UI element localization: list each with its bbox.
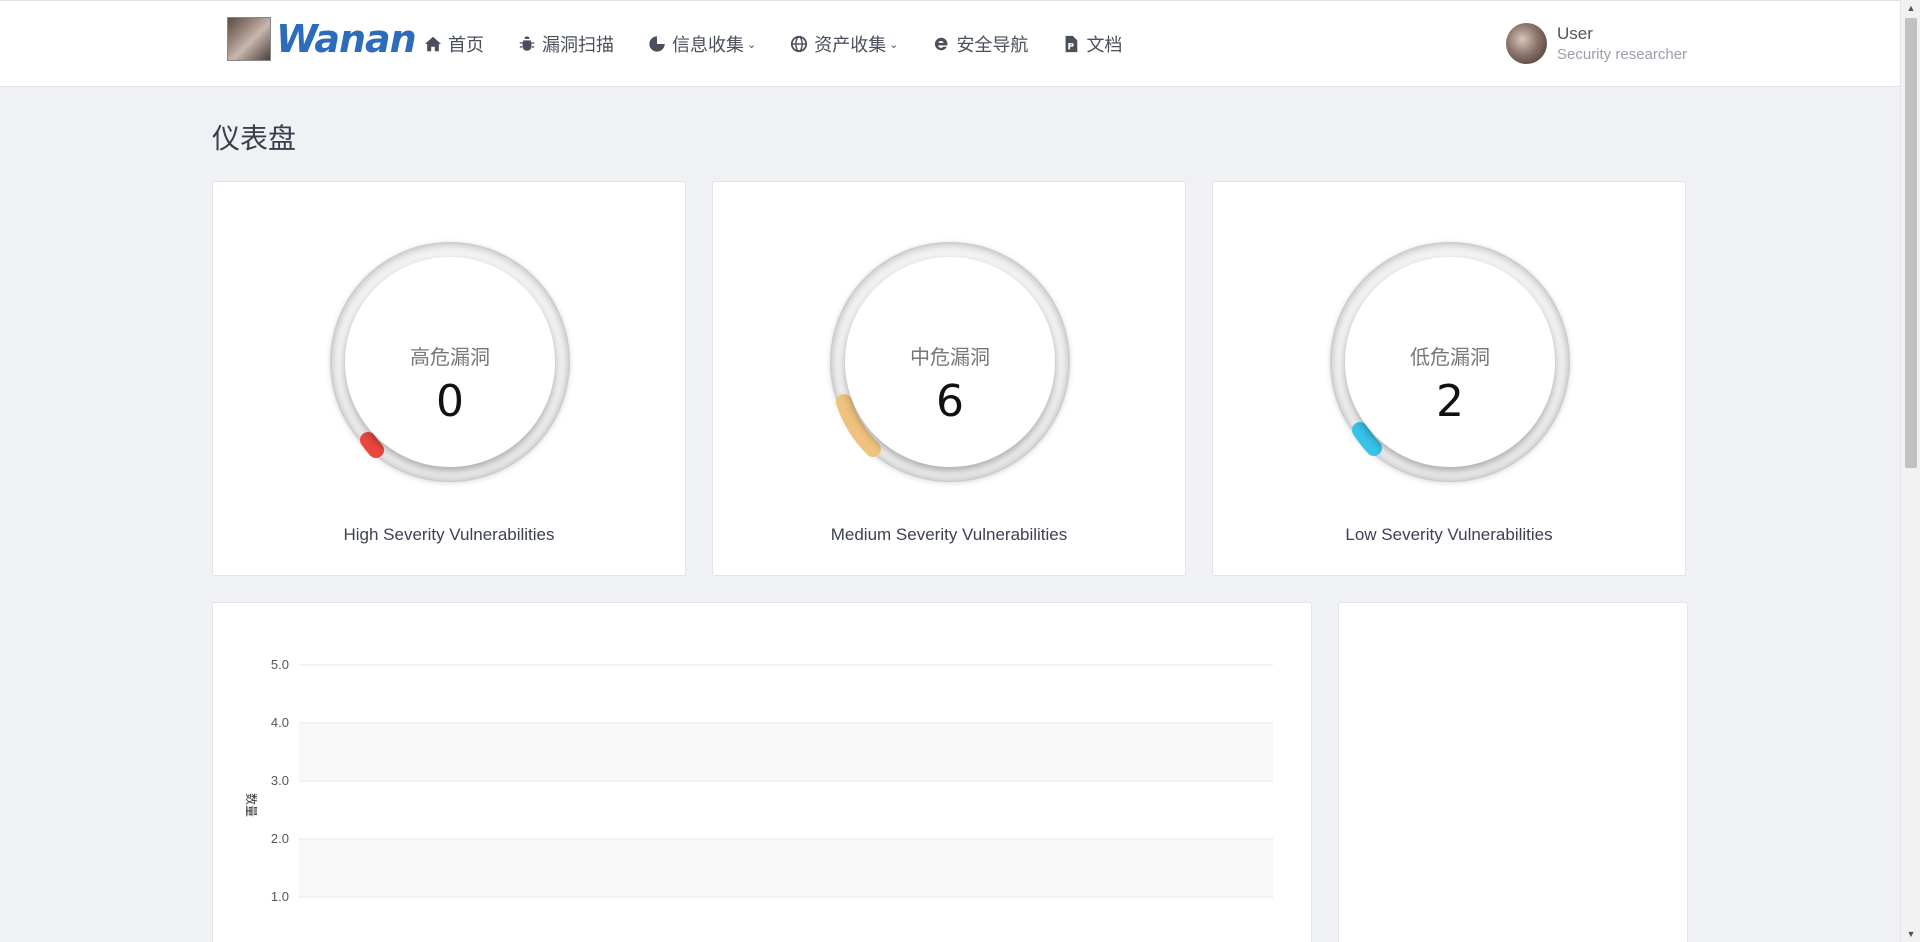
nav-item-label: 资产收集 xyxy=(814,35,887,55)
y-tick-label: 1.0 xyxy=(271,889,289,904)
bug-icon xyxy=(519,36,535,51)
medium-severity-gauge: 中危漏洞 6 xyxy=(830,242,1070,482)
nav-item-docs[interactable]: 文档 xyxy=(1062,31,1122,57)
user-menu[interactable]: User Security researcher xyxy=(1506,23,1687,64)
scroll-thumb[interactable] xyxy=(1905,18,1917,468)
nav-item-label: 文档 xyxy=(1086,35,1123,55)
nav-item-asset-collect[interactable]: 资产收集 ⌄ xyxy=(790,31,898,57)
user-info: User Security researcher xyxy=(1557,24,1687,63)
gauge-label: 高危漏洞 xyxy=(410,347,490,369)
main-nav: 首页 漏洞扫描 信息收集 ⌄ 资产收集 ⌄ 安全导航 文档 xyxy=(424,1,1156,87)
y-tick-label: 2.0 xyxy=(271,831,289,846)
logo-image xyxy=(227,17,271,61)
page-title: 仪表盘 xyxy=(212,123,297,154)
brand-logo[interactable]: Wanan xyxy=(227,17,417,61)
home-icon xyxy=(424,36,442,52)
brand-name: Wanan xyxy=(276,17,417,61)
gauge-value: 0 xyxy=(436,376,464,427)
low-severity-card: 低危漏洞 2 Low Severity Vulnerabilities xyxy=(1212,181,1686,576)
chevron-down-icon: ⌄ xyxy=(747,38,757,51)
low-severity-gauge: 低危漏洞 2 xyxy=(1330,242,1570,482)
y-axis-label: 数量 xyxy=(244,793,259,817)
user-role: Security researcher xyxy=(1557,46,1688,63)
nav-item-label: 首页 xyxy=(448,35,484,55)
nav-item-label: 信息收集 xyxy=(672,35,744,55)
nav-item-vuln-scan[interactable]: 漏洞扫描 xyxy=(518,31,614,57)
gauge-value: 6 xyxy=(936,376,964,427)
page-scrollbar[interactable]: ▲ ▼ xyxy=(1900,0,1920,942)
nav-item-security-nav[interactable]: 安全导航 xyxy=(932,31,1028,57)
nav-item-label: 漏洞扫描 xyxy=(542,35,614,55)
user-name: User xyxy=(1557,24,1593,43)
vuln-count-chart: 5.0 4.0 3.0 2.0 1.0 数量 xyxy=(244,657,1273,904)
gauge-value: 2 xyxy=(1436,376,1464,427)
nav-item-home[interactable]: 首页 xyxy=(424,31,484,57)
side-panel-card xyxy=(1338,602,1688,942)
nav-item-label: 安全导航 xyxy=(956,35,1029,55)
scroll-up-arrow-icon[interactable]: ▲ xyxy=(1901,0,1920,16)
globe-pie-icon xyxy=(649,36,665,52)
gauge-caption: High Severity Vulnerabilities xyxy=(343,525,555,544)
nav-item-info-collect[interactable]: 信息收集 ⌄ xyxy=(648,31,756,57)
gauge-label: 中危漏洞 xyxy=(910,347,990,369)
top-navbar: Wanan 首页 漏洞扫描 信息收集 ⌄ 资产收集 ⌄ 安全导航 文档 User… xyxy=(0,0,1900,87)
chevron-down-icon: ⌄ xyxy=(889,38,899,51)
medium-severity-card: 中危漏洞 6 Medium Severity Vulnerabilities xyxy=(712,181,1186,576)
gauge-caption: Low Severity Vulnerabilities xyxy=(1345,525,1553,544)
gauge-caption: Medium Severity Vulnerabilities xyxy=(830,525,1068,544)
grid-band xyxy=(299,723,1273,781)
avatar xyxy=(1506,23,1547,64)
y-tick-label: 5.0 xyxy=(271,657,289,672)
ie-icon xyxy=(935,37,948,51)
scroll-down-arrow-icon[interactable]: ▼ xyxy=(1901,926,1920,942)
globe-icon xyxy=(791,35,808,53)
vuln-chart-card: 5.0 4.0 3.0 2.0 1.0 数量 xyxy=(212,602,1312,942)
y-tick-label: 4.0 xyxy=(271,715,289,730)
grid-band xyxy=(299,839,1273,897)
high-severity-gauge: 高危漏洞 0 xyxy=(330,242,570,482)
y-tick-label: 3.0 xyxy=(271,773,289,788)
high-severity-card: 高危漏洞 0 High Severity Vulnerabilities xyxy=(212,181,686,576)
gauge-label: 低危漏洞 xyxy=(1410,347,1490,369)
document-icon xyxy=(1066,35,1078,53)
